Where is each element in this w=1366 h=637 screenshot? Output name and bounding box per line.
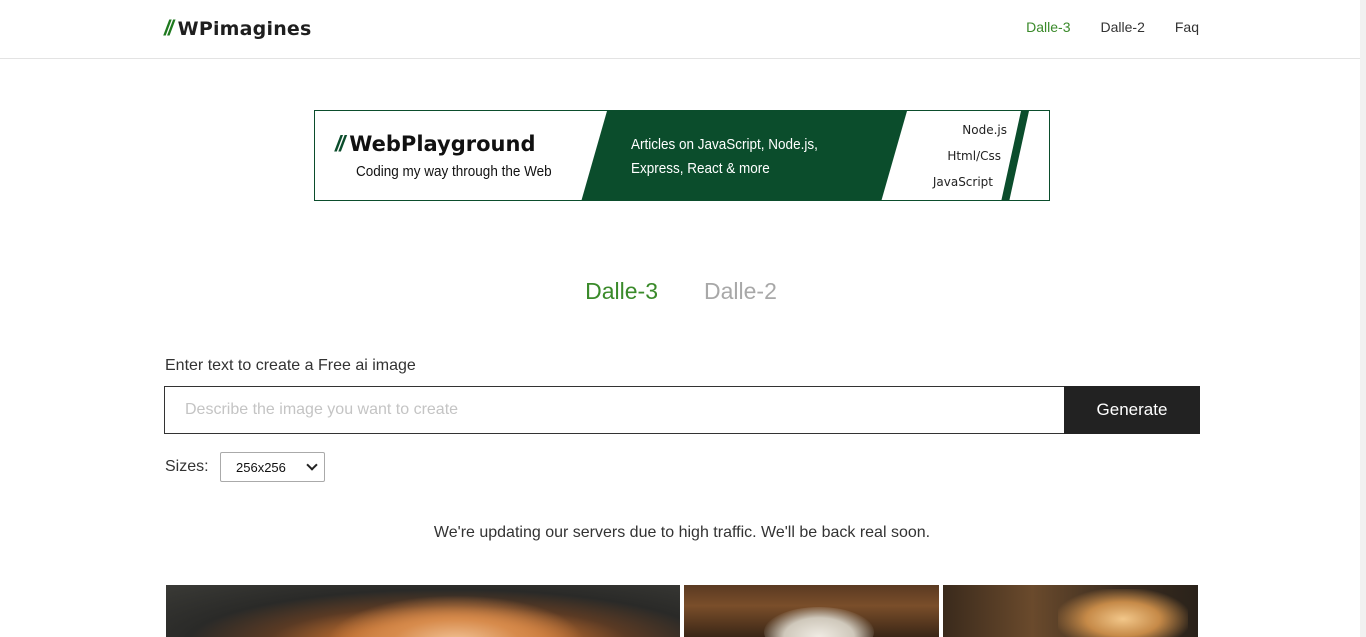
banner-slashes: // xyxy=(335,131,345,156)
site-logo[interactable]: // WPimagines xyxy=(164,16,312,42)
banner-tagline: Coding my way through the Web xyxy=(356,163,552,180)
nav-link-faq[interactable]: Faq xyxy=(1175,19,1199,35)
sizes-select[interactable]: 256x256 xyxy=(220,452,325,482)
nav-link-dalle-2[interactable]: Dalle-2 xyxy=(1101,19,1145,35)
gallery-image[interactable] xyxy=(943,585,1198,637)
chevron-down-icon xyxy=(306,459,318,471)
banner-copy: Articles on JavaScript, Node.js, Express… xyxy=(631,136,818,177)
prompt-input[interactable] xyxy=(164,386,1064,434)
main-nav: Dalle-3 Dalle-2 Faq xyxy=(1026,19,1199,35)
generate-button[interactable]: Generate xyxy=(1064,386,1200,434)
prompt-row: Generate xyxy=(164,386,1200,434)
banner-tag-javascript: JavaScript xyxy=(932,175,993,189)
tab-dalle-2[interactable]: Dalle-2 xyxy=(704,278,777,305)
gallery-image[interactable] xyxy=(684,585,939,637)
sizes-selected-value: 256x256 xyxy=(236,459,286,475)
logo-text: WPimagines xyxy=(177,18,312,40)
banner-tag-htmlcss: Html/Css xyxy=(947,149,1001,163)
webplayground-banner[interactable]: // WebPlayground Coding my way through t… xyxy=(314,110,1050,201)
sizes-label: Sizes: xyxy=(165,458,209,475)
banner-title: WebPlayground xyxy=(349,132,536,156)
banner-tags: Node.js Html/Css JavaScript xyxy=(933,121,1007,199)
image-gallery xyxy=(166,585,1198,637)
prompt-label: Enter text to create a Free ai image xyxy=(165,357,416,374)
gallery-image[interactable] xyxy=(166,585,680,637)
banner-brand: // WebPlayground xyxy=(335,131,535,157)
nav-link-dalle-3[interactable]: Dalle-3 xyxy=(1026,19,1070,35)
model-tabs: Dalle-3 Dalle-2 xyxy=(0,278,1366,305)
server-notice: We're updating our servers due to high t… xyxy=(433,524,931,541)
tab-dalle-3[interactable]: Dalle-3 xyxy=(585,278,658,305)
logo-slashes: // xyxy=(164,17,174,40)
banner-tag-nodejs: Node.js xyxy=(962,123,1007,137)
site-header: // WPimagines Dalle-3 Dalle-2 Faq xyxy=(0,0,1366,59)
